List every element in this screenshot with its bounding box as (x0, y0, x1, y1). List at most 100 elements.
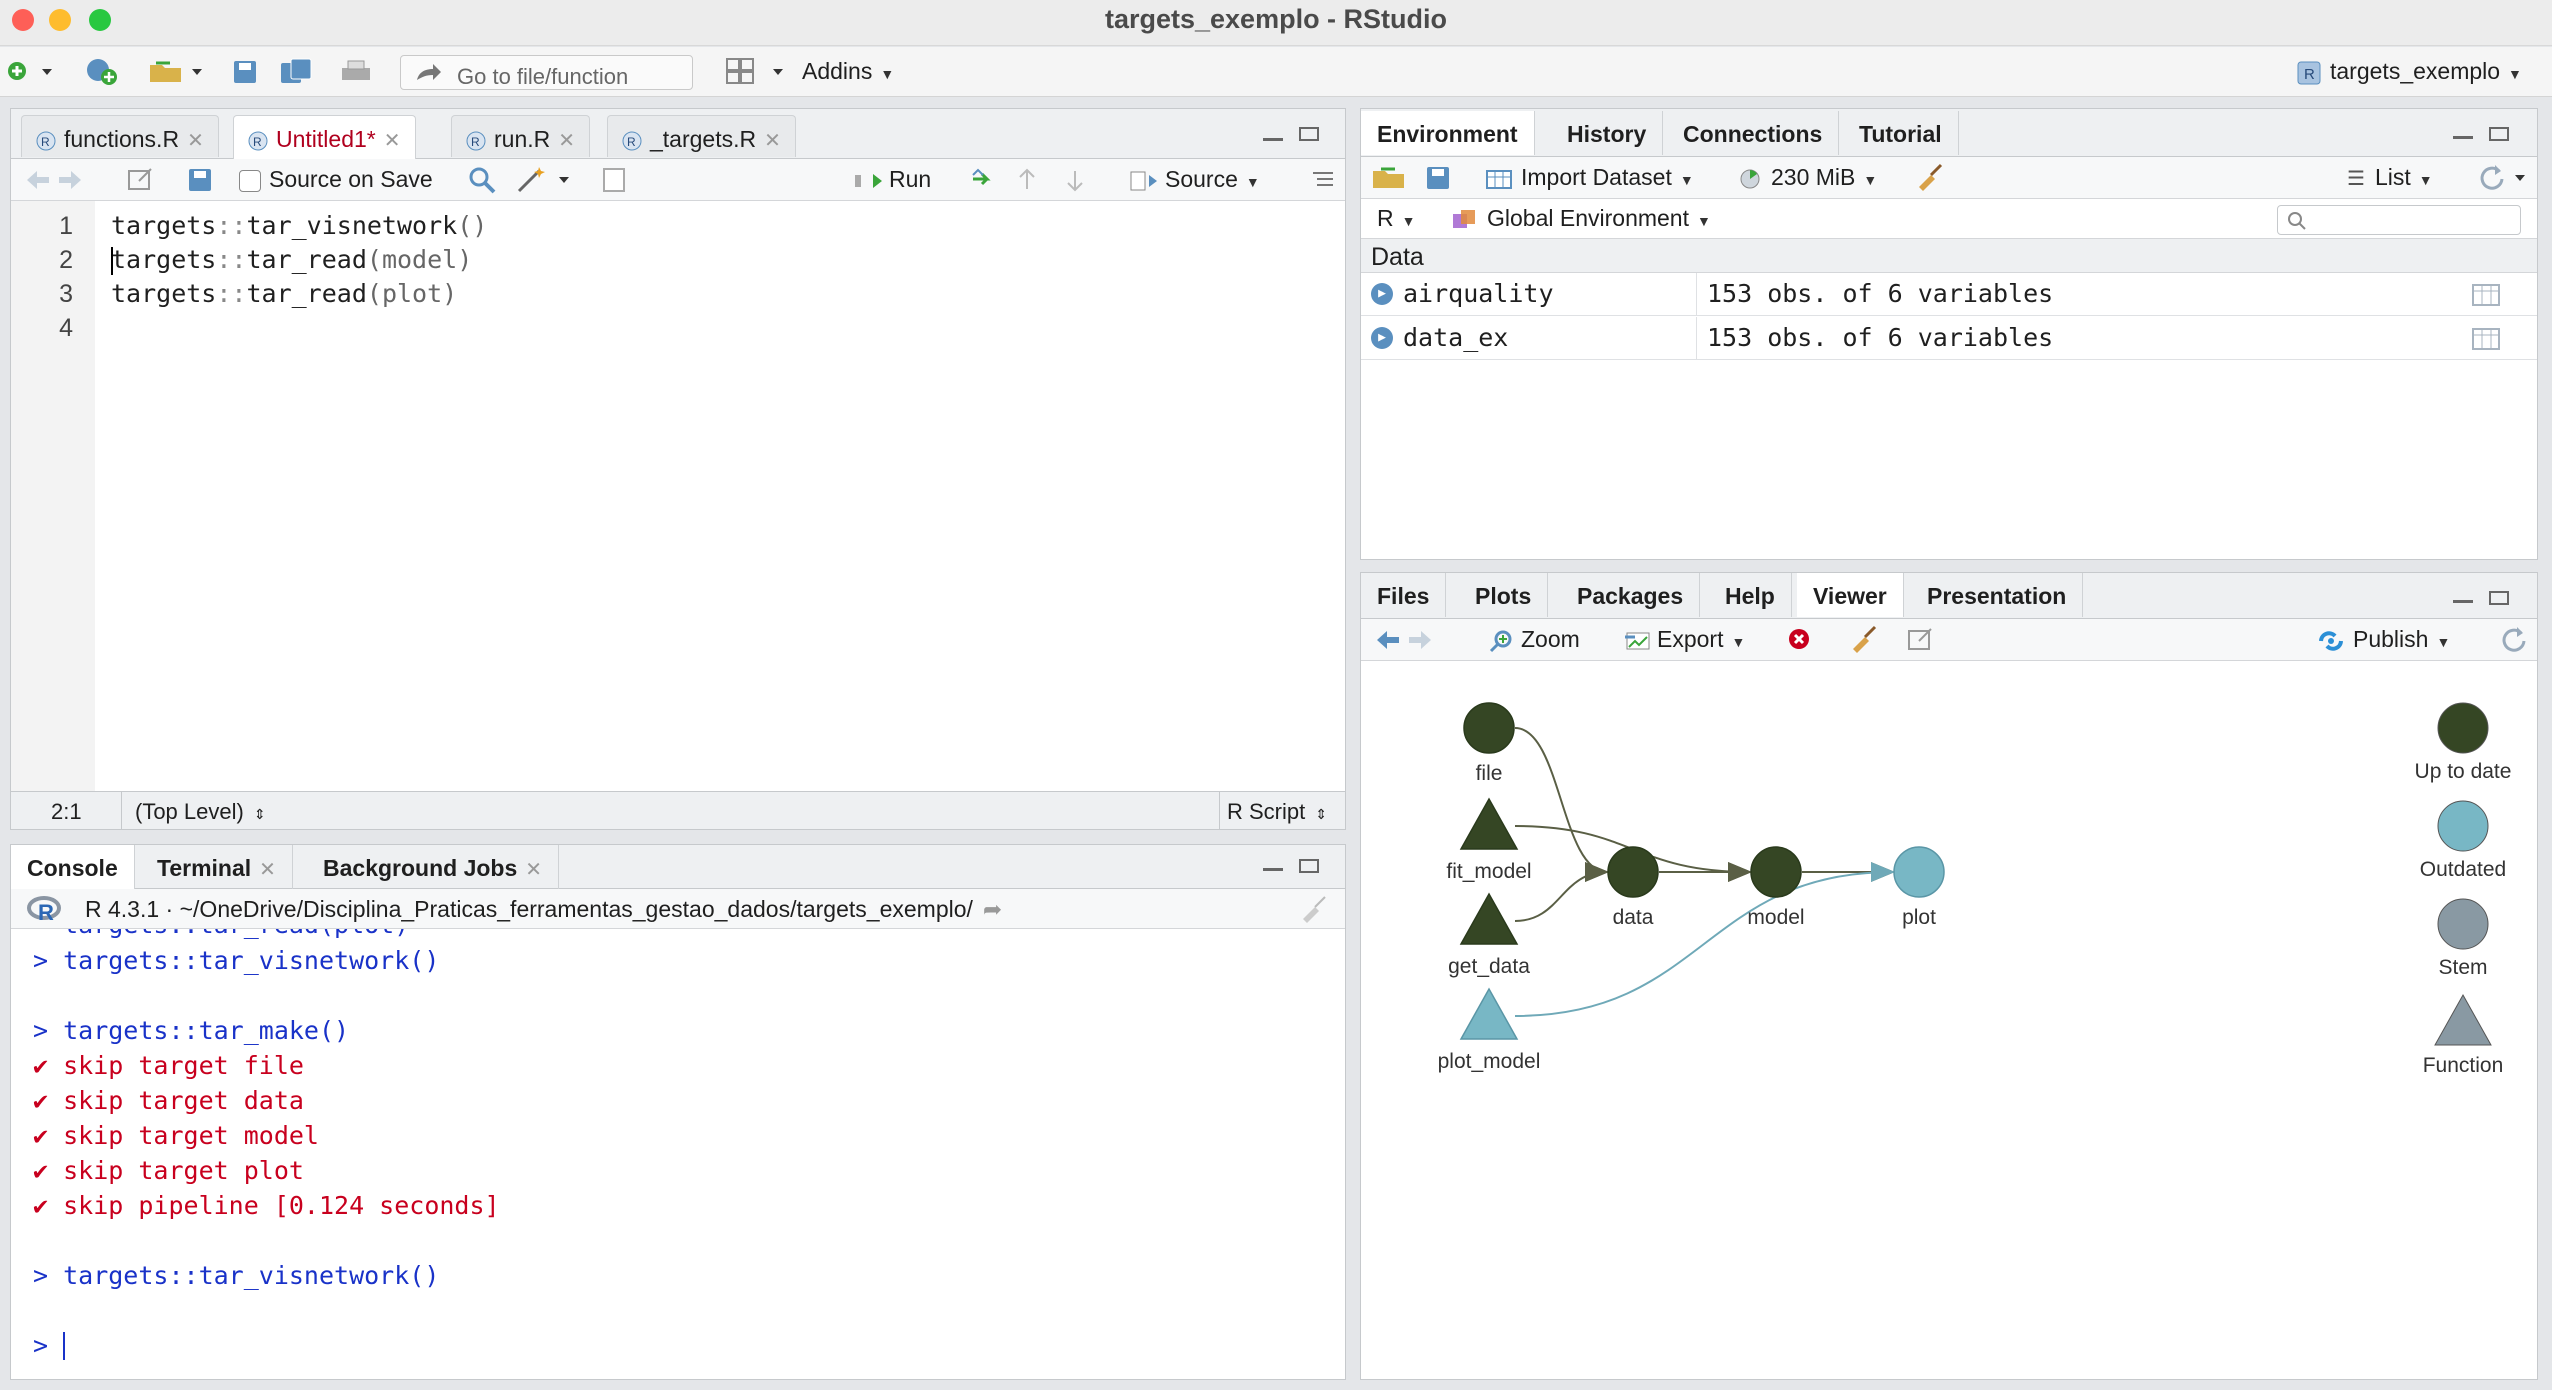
env-row[interactable]: ▶ airquality 153 obs. of 6 variables (1361, 273, 2537, 316)
close-icon[interactable]: ✕ (525, 859, 542, 881)
memory-usage-menu[interactable]: 230 MiB ▼ (1739, 164, 1877, 191)
target-network-graph[interactable]: file fit_model get_data plot_model data model… (1361, 661, 2537, 1379)
view-mode-menu[interactable]: ☰ List ▼ (2347, 164, 2433, 191)
chevron-down-icon[interactable]: ▼ (1246, 174, 1260, 190)
save-icon[interactable] (232, 59, 260, 85)
maximize-pane-icon[interactable] (1299, 127, 1319, 141)
env-scope-menu[interactable]: Global Environment ▼ (1451, 205, 1711, 232)
tab-help[interactable]: Help (1709, 573, 1792, 617)
tab-plots[interactable]: Plots (1459, 573, 1549, 617)
save-all-icon[interactable] (279, 57, 315, 87)
tab-connections[interactable]: Connections (1667, 111, 1840, 155)
tab-presentation[interactable]: Presentation (1911, 573, 2084, 617)
node-model[interactable]: model (1747, 846, 1805, 929)
refresh-icon[interactable] (2499, 625, 2529, 655)
tab-functions-r[interactable]: Rfunctions.R ✕ (21, 115, 219, 157)
zoom-button[interactable]: Zoom (1489, 626, 1580, 653)
view-table-icon[interactable] (2471, 283, 2501, 307)
language-menu[interactable]: R ▼ (1377, 205, 1415, 232)
close-icon[interactable]: ✕ (259, 859, 276, 881)
tab-background-jobs[interactable]: Background Jobs ✕ (307, 845, 560, 889)
compile-report-icon[interactable] (601, 167, 627, 193)
source-on-save-checkbox[interactable]: Source on Save (239, 166, 433, 193)
working-directory[interactable]: ~/OneDrive/Disciplina_Praticas_ferrament… (180, 896, 973, 922)
node-triangle[interactable] (1459, 797, 1519, 850)
remove-viewer-icon[interactable] (1787, 627, 1813, 653)
minimize-pane-icon[interactable] (1263, 133, 1283, 141)
expand-icon[interactable]: ▶ (1371, 327, 1393, 349)
broom-icon[interactable] (1849, 625, 1879, 653)
node-triangle[interactable] (1459, 987, 1519, 1040)
pane-layout-icon[interactable] (725, 57, 785, 87)
node-circle[interactable] (1893, 846, 1945, 898)
source-button[interactable]: Source ▼ (1129, 166, 1260, 193)
close-icon[interactable]: ✕ (187, 130, 204, 152)
goto-file-input[interactable]: Go to file/function (400, 55, 693, 90)
tab-environment[interactable]: Environment (1361, 111, 1535, 155)
new-project-icon[interactable] (84, 57, 124, 87)
maximize-pane-icon[interactable] (1299, 859, 1319, 873)
run-button[interactable]: Run (853, 166, 931, 193)
addins-menu[interactable]: Addins ▼ (802, 58, 894, 85)
publish-menu[interactable]: Publish ▼ (2315, 626, 2450, 653)
node-triangle[interactable] (1459, 892, 1519, 945)
tab-run-r[interactable]: Rrun.R ✕ (451, 115, 591, 157)
minimize-pane-icon[interactable] (1263, 863, 1283, 871)
tab-viewer[interactable]: Viewer (1797, 573, 1904, 617)
import-dataset-menu[interactable]: Import Dataset ▼ (1485, 164, 1694, 191)
print-icon[interactable] (340, 59, 372, 85)
broom-icon[interactable] (1915, 163, 1945, 191)
export-menu[interactable]: Export ▼ (1623, 626, 1745, 653)
node-plot_model[interactable]: plot_model (1438, 987, 1541, 1073)
open-file-icon[interactable] (148, 59, 208, 85)
env-row[interactable]: ▶ data_ex 153 obs. of 6 variables (1361, 317, 2537, 360)
back-forward-icon[interactable] (1375, 628, 1445, 652)
node-file[interactable]: file (1463, 702, 1515, 785)
expand-icon[interactable]: ▶ (1371, 283, 1393, 305)
close-icon[interactable]: ✕ (764, 130, 781, 152)
scope-menu[interactable]: (Top Level) ⇕ (135, 799, 266, 825)
tab-history[interactable]: History (1551, 111, 1664, 155)
close-icon[interactable]: ✕ (558, 130, 575, 152)
node-circle[interactable] (1607, 846, 1659, 898)
file-type-menu[interactable]: R Script ⇕ (1227, 799, 1327, 825)
back-forward-icon[interactable] (25, 168, 95, 192)
tab-targets-r[interactable]: R _targets.R ✕ (607, 115, 796, 157)
minimize-pane-icon[interactable] (2453, 595, 2473, 603)
new-file-icon[interactable] (6, 59, 56, 85)
code-tools-icon[interactable] (515, 165, 575, 195)
node-get_data[interactable]: get_data (1448, 892, 1530, 978)
tab-tutorial[interactable]: Tutorial (1843, 111, 1959, 155)
maximize-pane-icon[interactable] (2489, 591, 2509, 605)
tab-terminal[interactable]: Terminal ✕ (141, 845, 293, 889)
checkbox-box[interactable] (239, 169, 261, 192)
show-in-window-icon[interactable] (127, 167, 157, 193)
rerun-navigation-icons[interactable] (969, 167, 1089, 193)
broom-icon[interactable] (1299, 895, 1329, 923)
console-output[interactable]: targets::tar_read(plot) > targets::tar_v… (11, 929, 1345, 1379)
tab-untitled1[interactable]: R Untitled1* ✕ (233, 115, 416, 159)
refresh-icon[interactable] (2477, 163, 2531, 193)
load-workspace-icon[interactable] (1371, 165, 1407, 191)
project-menu[interactable]: Rtargets_exemplo ▼ (2296, 58, 2522, 85)
search-icon[interactable] (467, 165, 497, 195)
save-icon[interactable] (187, 167, 213, 193)
env-search-input[interactable] (2277, 205, 2521, 235)
close-icon[interactable]: ✕ (384, 130, 401, 152)
save-workspace-icon[interactable] (1425, 165, 1451, 191)
tab-console[interactable]: Console (11, 845, 135, 889)
outline-icon[interactable] (1311, 169, 1337, 191)
node-circle[interactable] (1463, 702, 1515, 754)
view-table-icon[interactable] (2471, 327, 2501, 351)
tab-packages[interactable]: Packages (1561, 573, 1701, 617)
show-in-window-icon[interactable] (1907, 627, 1937, 653)
code-editor[interactable]: targets::tar_visnetwork() targets::tar_r… (95, 201, 1345, 791)
minimize-pane-icon[interactable] (2453, 131, 2473, 139)
node-plot[interactable]: plot (1893, 846, 1945, 929)
maximize-pane-icon[interactable] (2489, 127, 2509, 141)
node-data[interactable]: data (1607, 846, 1659, 929)
tab-files[interactable]: Files (1361, 573, 1447, 617)
node-circle[interactable] (1750, 846, 1802, 898)
node-fit_model[interactable]: fit_model (1446, 797, 1532, 883)
goto-directory-icon[interactable]: ➦ (983, 896, 1002, 922)
